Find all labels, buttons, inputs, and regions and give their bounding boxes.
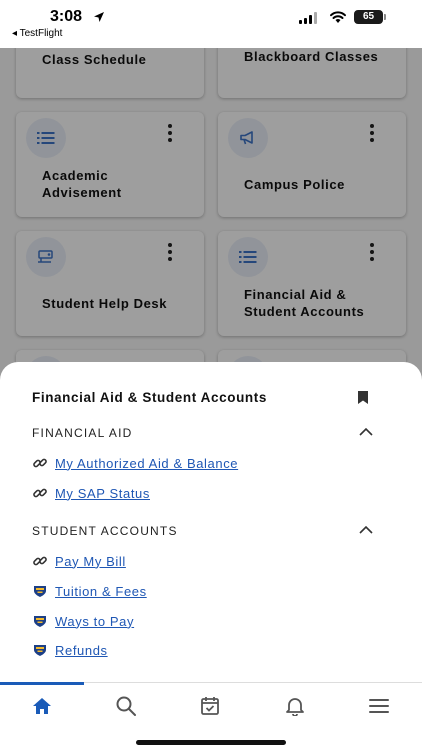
link-icon: [32, 485, 48, 501]
active-tab-indicator: [0, 682, 84, 685]
location-arrow-icon: [94, 12, 104, 22]
home-indicator[interactable]: [136, 740, 286, 745]
sheet-title: Financial Aid & Student Accounts: [32, 390, 267, 405]
chevron-up-icon[interactable]: [359, 428, 373, 436]
link-label[interactable]: Ways to Pay: [55, 614, 134, 629]
bell-icon: [286, 698, 304, 716]
tab-search[interactable]: [104, 693, 148, 719]
search-icon: [116, 696, 136, 716]
shield-logo-icon: [32, 583, 48, 599]
bookmark-icon[interactable]: [357, 390, 369, 405]
link-tuition-fees[interactable]: Tuition & Fees: [32, 583, 147, 599]
wifi-icon: [330, 11, 346, 23]
link-ways-to-pay[interactable]: Ways to Pay: [32, 613, 134, 629]
link-refunds[interactable]: Refunds: [32, 642, 108, 658]
link-label[interactable]: My Authorized Aid & Balance: [55, 456, 238, 471]
chevron-up-icon[interactable]: [359, 526, 373, 534]
link-label[interactable]: Pay My Bill: [55, 554, 126, 569]
back-to-testflight-link[interactable]: ◂ TestFlight: [12, 28, 62, 39]
battery-cap: [384, 14, 386, 20]
link-icon: [32, 455, 48, 471]
status-bar: 3:08 ◂ TestFlight 65: [0, 0, 422, 48]
section-heading-student-accounts: STUDENT ACCOUNTS: [32, 524, 178, 538]
link-my-sap-status[interactable]: My SAP Status: [32, 485, 150, 501]
link-label[interactable]: Tuition & Fees: [55, 584, 147, 599]
tab-notifications[interactable]: [273, 693, 317, 719]
home-icon: [33, 698, 51, 714]
calendar-check-icon: [201, 697, 219, 715]
menu-icon: [369, 699, 389, 713]
tab-home[interactable]: [20, 693, 64, 719]
battery-icon: 65: [354, 10, 383, 24]
link-pay-my-bill[interactable]: Pay My Bill: [32, 553, 126, 569]
tab-calendar[interactable]: [188, 693, 232, 719]
link-label[interactable]: Refunds: [55, 643, 108, 658]
status-time: 3:08: [50, 8, 83, 25]
link-icon: [32, 553, 48, 569]
tab-menu[interactable]: [357, 693, 401, 719]
shield-logo-icon: [32, 642, 48, 658]
section-heading-financial-aid: FINANCIAL AID: [32, 426, 133, 440]
link-my-authorized-aid-balance[interactable]: My Authorized Aid & Balance: [32, 455, 238, 471]
link-label[interactable]: My SAP Status: [55, 486, 150, 501]
shield-logo-icon: [32, 613, 48, 629]
cellular-signal-icon: [299, 12, 317, 24]
